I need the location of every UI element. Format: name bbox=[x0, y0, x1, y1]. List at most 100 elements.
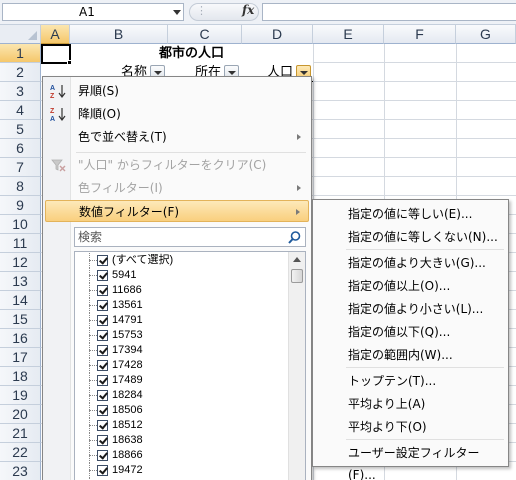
submenu-item[interactable]: 指定の値以下(Q)... bbox=[315, 321, 506, 343]
search-icon bbox=[288, 231, 301, 244]
row-header[interactable]: 13 bbox=[0, 272, 41, 291]
row-header[interactable]: 15 bbox=[0, 310, 41, 329]
row-header[interactable]: 8 bbox=[0, 177, 41, 196]
menu-item-sort-ascending[interactable]: A Z 昇順(S) bbox=[45, 80, 309, 102]
row-header[interactable]: 22 bbox=[0, 443, 41, 462]
submenu-item-label: 平均より上(A) bbox=[348, 397, 426, 411]
row-header[interactable]: 1 bbox=[0, 44, 41, 63]
filter-value-label: 18284 bbox=[112, 389, 143, 401]
row-header[interactable]: 9 bbox=[0, 196, 41, 215]
filter-value-item[interactable]: 18866 bbox=[75, 448, 287, 463]
tree-connector bbox=[89, 365, 97, 366]
column-header[interactable]: A bbox=[41, 25, 70, 44]
select-all-corner[interactable] bbox=[0, 25, 41, 44]
filter-value-item[interactable]: 19472 bbox=[75, 463, 287, 478]
column-header[interactable]: B bbox=[70, 25, 168, 44]
submenu-item[interactable]: 指定の値以上(O)... bbox=[315, 275, 506, 297]
row-header[interactable]: 10 bbox=[0, 215, 41, 234]
filter-value-label: 18638 bbox=[112, 434, 143, 446]
filter-value-item[interactable]: (すべて選択) bbox=[75, 253, 287, 268]
filter-value-item[interactable]: 18638 bbox=[75, 433, 287, 448]
row-header[interactable]: 14 bbox=[0, 291, 41, 310]
row-header[interactable]: 21 bbox=[0, 424, 41, 443]
filter-value-item[interactable]: 13561 bbox=[75, 298, 287, 313]
fill-handle[interactable] bbox=[67, 60, 72, 65]
checkbox-checked[interactable] bbox=[97, 330, 108, 341]
checkbox-checked[interactable] bbox=[97, 420, 108, 431]
row-header[interactable]: 6 bbox=[0, 139, 41, 158]
checkbox-checked[interactable] bbox=[97, 345, 108, 356]
filter-value-item[interactable]: 15753 bbox=[75, 328, 287, 343]
row-header[interactable]: 12 bbox=[0, 253, 41, 272]
column-header[interactable]: F bbox=[384, 25, 456, 44]
menu-item-sort-descending[interactable]: Z A 降順(O) bbox=[45, 103, 309, 125]
row-header[interactable]: 4 bbox=[0, 101, 41, 120]
scroll-up-icon[interactable] bbox=[293, 257, 301, 262]
menu-item-number-filter[interactable]: 数値フィルター(F) bbox=[45, 200, 309, 222]
row-header[interactable]: 16 bbox=[0, 329, 41, 348]
tree-connector bbox=[89, 305, 97, 306]
insert-function-button[interactable]: fx bbox=[242, 3, 254, 17]
submenu-item[interactable]: 指定の値より大きい(G)... bbox=[315, 252, 506, 274]
filter-values-list[interactable]: (すべて選択) 5941 11686 13561 14791 15753 17394 1742… bbox=[74, 251, 306, 480]
autofilter-menu: A Z 昇順(S) Z A 降順(O) 色で並べ替え(T) "人口" からフィル… bbox=[42, 76, 312, 480]
filter-search-box[interactable] bbox=[74, 227, 306, 247]
checkbox-checked[interactable] bbox=[97, 375, 108, 386]
row-header[interactable]: 5 bbox=[0, 120, 41, 139]
row-header[interactable]: 18 bbox=[0, 367, 41, 386]
checkbox-checked[interactable] bbox=[97, 315, 108, 326]
column-header[interactable]: D bbox=[242, 25, 313, 44]
menu-item-color-filter: 色フィルター(I) bbox=[45, 177, 309, 199]
filter-value-item[interactable]: 17394 bbox=[75, 343, 287, 358]
column-header[interactable]: G bbox=[456, 25, 516, 44]
column-header[interactable]: C bbox=[168, 25, 242, 44]
filter-value-item[interactable]: 11686 bbox=[75, 283, 287, 298]
formula-input[interactable] bbox=[262, 3, 516, 21]
list-scrollbar[interactable] bbox=[288, 252, 305, 480]
row-header[interactable]: 3 bbox=[0, 82, 41, 101]
checkbox-checked[interactable] bbox=[97, 285, 108, 296]
tree-connector bbox=[89, 320, 97, 321]
title-cell[interactable]: 都市の人口 bbox=[70, 44, 313, 63]
filter-value-item[interactable]: 5941 bbox=[75, 268, 287, 283]
scroll-thumb[interactable] bbox=[291, 269, 303, 283]
checkbox-checked[interactable] bbox=[97, 405, 108, 416]
filter-value-item[interactable]: 18506 bbox=[75, 403, 287, 418]
tree-connector bbox=[89, 410, 97, 411]
row-header[interactable]: 11 bbox=[0, 234, 41, 253]
name-box[interactable]: A1 bbox=[2, 3, 184, 21]
row-header[interactable]: 19 bbox=[0, 386, 41, 405]
submenu-item-label: 指定の値以上(O)... bbox=[348, 279, 451, 293]
filter-value-label: 17489 bbox=[112, 374, 143, 386]
checkbox-checked[interactable] bbox=[97, 300, 108, 311]
checkbox-checked[interactable] bbox=[97, 270, 108, 281]
submenu-item[interactable]: 指定の値より小さい(L)... bbox=[315, 298, 506, 320]
checkbox-checked[interactable] bbox=[97, 255, 108, 266]
row-header[interactable]: 17 bbox=[0, 348, 41, 367]
checkbox-checked[interactable] bbox=[97, 450, 108, 461]
filter-value-item[interactable]: 17428 bbox=[75, 358, 287, 373]
column-header[interactable]: E bbox=[313, 25, 384, 44]
submenu-item[interactable]: 平均より下(O) bbox=[315, 416, 506, 438]
row-header[interactable]: 20 bbox=[0, 405, 41, 424]
submenu-item[interactable]: 指定の範囲内(W)... bbox=[315, 344, 506, 366]
submenu-item[interactable]: 平均より上(A) bbox=[315, 393, 506, 415]
checkbox-checked[interactable] bbox=[97, 360, 108, 371]
checkbox-checked[interactable] bbox=[97, 435, 108, 446]
checkbox-checked[interactable] bbox=[97, 465, 108, 476]
filter-value-item[interactable]: 14791 bbox=[75, 313, 287, 328]
filter-value-item[interactable]: 18512 bbox=[75, 418, 287, 433]
row-header[interactable]: 7 bbox=[0, 158, 41, 177]
submenu-item[interactable]: ユーザー設定フィルター(F)... bbox=[315, 442, 506, 480]
filter-value-item[interactable]: 17489 bbox=[75, 373, 287, 388]
name-box-dropdown-icon[interactable] bbox=[173, 10, 181, 15]
submenu-item[interactable]: 指定の値に等しい(E)... bbox=[315, 203, 506, 225]
filter-value-item[interactable]: 18284 bbox=[75, 388, 287, 403]
submenu-item[interactable]: トップテン(T)... bbox=[315, 370, 506, 392]
row-header[interactable]: 23 bbox=[0, 462, 41, 480]
checkbox-checked[interactable] bbox=[97, 390, 108, 401]
filter-search-input[interactable] bbox=[75, 228, 285, 246]
submenu-item[interactable]: 指定の値に等しくない(N)... bbox=[315, 226, 506, 248]
row-header[interactable]: 2 bbox=[0, 63, 41, 82]
menu-item-sort-by-color[interactable]: 色で並べ替え(T) bbox=[45, 126, 309, 148]
